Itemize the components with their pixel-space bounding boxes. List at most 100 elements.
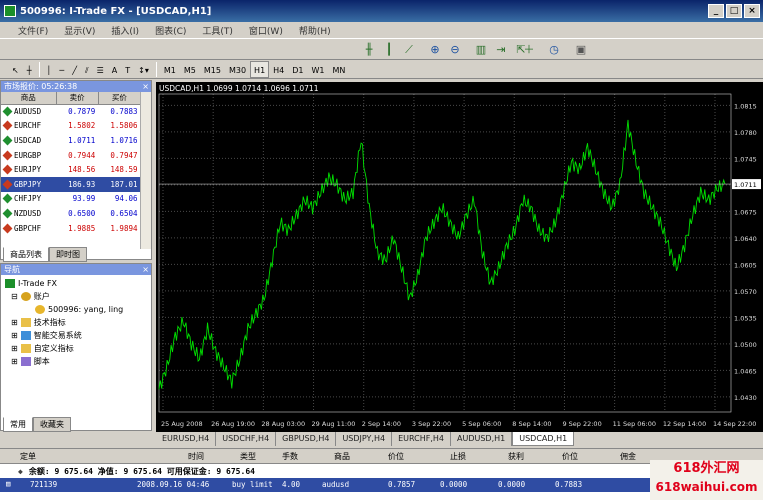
col-type[interactable]: 类型 — [240, 451, 256, 462]
close-icon[interactable]: × — [142, 264, 149, 275]
trendline-icon[interactable]: ╱ — [68, 61, 81, 78]
chart-tab[interactable]: AUDUSD,H1 — [451, 432, 513, 446]
minimize-button[interactable]: _ — [708, 4, 724, 18]
crosshair-icon[interactable]: ┼ — [23, 61, 36, 78]
table-row[interactable]: AUDUSD 0.7879 0.7883 — [1, 104, 141, 119]
menu-insert[interactable]: 插入(I) — [111, 24, 139, 37]
menu-view[interactable]: 显示(V) — [64, 24, 95, 37]
app-icon — [4, 5, 16, 17]
col-time[interactable]: 时间 — [188, 451, 204, 462]
tf-m1[interactable]: M1 — [160, 61, 180, 78]
tab-favorites[interactable]: 收藏夹 — [33, 417, 71, 432]
zoom-out-icon[interactable]: ⊖ — [446, 41, 464, 59]
market-watch-table: 商品 卖价 买价 AUDUSD 0.7879 0.7883 EURCHF 1.58… — [1, 92, 142, 236]
chart-tab[interactable]: USDCAD,H1 — [512, 432, 575, 446]
arrows-icon[interactable]: ↕▾ — [134, 61, 153, 78]
y-tick-label: 1.0745 — [734, 155, 757, 163]
col-tp[interactable]: 获利 — [508, 451, 524, 462]
menu-file[interactable]: 文件(F) — [18, 24, 48, 37]
terminal-panel: 定单 时间 类型 手数 商品 价位 止损 获利 价位 佣金 ◆ 余额: 9 67… — [0, 448, 763, 500]
col-order[interactable]: 定单 — [20, 451, 36, 462]
text-tool[interactable]: A — [108, 61, 121, 78]
chart-tab[interactable]: GBPUSD,H4 — [276, 432, 337, 446]
vertical-line-icon[interactable]: │ — [43, 61, 56, 78]
tab-tick-chart[interactable]: 即时图 — [49, 247, 87, 262]
chart-tab[interactable]: USDJPY,H4 — [336, 432, 393, 446]
table-row[interactable]: EURCHF 1.5802 1.5806 — [1, 119, 141, 134]
col-commission[interactable]: 佣金 — [620, 451, 636, 462]
tree-scripts[interactable]: ⊞ 脚本 — [5, 355, 147, 368]
col-ask[interactable]: 买价 — [98, 92, 142, 105]
close-button[interactable]: × — [744, 4, 760, 18]
tree-accounts[interactable]: ⊟ 账户 — [5, 290, 147, 303]
bar-chart-icon[interactable]: ╫ — [360, 41, 378, 59]
x-tick-label: 5 Sep 06:00 — [462, 420, 501, 428]
chart-svg[interactable]: USDCAD,H1 1.0699 1.0714 1.0696 1.0711 1.… — [156, 82, 763, 432]
menu-tools[interactable]: 工具(T) — [202, 24, 233, 37]
table-row[interactable]: USDCAD 1.0711 1.0716 — [1, 133, 141, 148]
tab-common[interactable]: 常用 — [3, 417, 33, 432]
market-watch-scrollbar[interactable] — [140, 92, 151, 249]
price-chart[interactable]: USDCAD,H1 1.0699 1.0714 1.0696 1.0711 1.… — [156, 82, 763, 432]
tree-indicators[interactable]: ⊞ 技术指标 — [5, 316, 147, 329]
label-tool[interactable]: T — [121, 61, 134, 78]
periods-clock-icon[interactable]: ◷ — [545, 41, 563, 59]
tree-account[interactable]: 500996: yang, ling — [5, 303, 147, 316]
horizontal-line-icon[interactable]: ─ — [55, 61, 68, 78]
tree-experts[interactable]: ⊞ 智能交易系统 — [5, 329, 147, 342]
order-row[interactable]: ▤ 721139 2008.09.16 04:46 buy limit 4.00… — [0, 478, 763, 492]
table-row[interactable]: GBPJPY 186.93 187.01 — [1, 176, 141, 192]
fibonacci-icon[interactable]: ☰ — [93, 61, 108, 78]
tile-windows-icon[interactable]: ▥ — [472, 41, 490, 59]
indicators-icon[interactable]: ＋ — [520, 41, 538, 59]
line-chart-icon[interactable]: ⟋ — [400, 41, 418, 59]
chart-tab[interactable]: USDCHF,H4 — [216, 432, 277, 446]
col-symbol[interactable]: 商品 — [1, 92, 57, 105]
chart-tab[interactable]: EURUSD,H4 — [156, 432, 217, 446]
channel-icon[interactable]: ⫽ — [81, 61, 93, 78]
y-tick-label: 1.0815 — [734, 102, 757, 110]
col-sl[interactable]: 止损 — [450, 451, 466, 462]
arrow-down-icon — [2, 223, 13, 233]
col-price[interactable]: 价位 — [388, 451, 404, 462]
tf-m5[interactable]: M5 — [180, 61, 200, 78]
col-symbol[interactable]: 商品 — [334, 451, 350, 462]
arrow-down-icon — [2, 179, 13, 190]
table-row[interactable]: NZDUSD 0.6500 0.6504 — [1, 206, 141, 221]
chart-tab[interactable]: EURCHF,H4 — [392, 432, 451, 446]
col-lots[interactable]: 手数 — [282, 451, 298, 462]
x-tick-label: 28 Aug 03:00 — [261, 420, 305, 428]
menu-window[interactable]: 窗口(W) — [249, 24, 283, 37]
chart-shift-icon[interactable]: ⇥ — [492, 41, 510, 59]
y-tick-label: 1.0535 — [734, 314, 757, 322]
menu-help[interactable]: 帮助(H) — [299, 24, 331, 37]
col-cur-price[interactable]: 价位 — [562, 451, 578, 462]
tf-h4[interactable]: H4 — [269, 61, 288, 78]
x-tick-label: 29 Aug 11:00 — [312, 420, 356, 428]
candlestick-icon[interactable]: ┃ — [380, 41, 398, 59]
zoom-in-icon[interactable]: ⊕ — [426, 41, 444, 59]
table-row[interactable]: EURGBP 0.7944 0.7947 — [1, 148, 141, 163]
maximize-button[interactable]: □ — [726, 4, 742, 18]
table-row[interactable]: EURJPY 148.56 148.59 — [1, 162, 141, 177]
x-tick-label: 2 Sep 14:00 — [362, 420, 401, 428]
y-tick-label: 1.0500 — [734, 341, 757, 349]
x-tick-label: 8 Sep 14:00 — [512, 420, 551, 428]
tree-custom-indicators[interactable]: ⊞ 自定义指标 — [5, 342, 147, 355]
menu-charts[interactable]: 图表(C) — [155, 24, 186, 37]
templates-icon[interactable]: ▣ — [572, 41, 590, 59]
table-row[interactable]: GBPCHF 1.9885 1.9894 — [1, 221, 141, 236]
close-icon[interactable]: × — [142, 81, 149, 92]
tf-d1[interactable]: D1 — [288, 61, 307, 78]
col-bid[interactable]: 卖价 — [56, 92, 99, 105]
title-bar: 500996: I-Trade FX - [USDCAD,H1] _ □ × — [0, 0, 763, 22]
tf-h1[interactable]: H1 — [250, 60, 270, 78]
cursor-icon[interactable]: ↖ — [8, 61, 23, 78]
tab-symbols[interactable]: 商品列表 — [3, 247, 49, 262]
tf-w1[interactable]: W1 — [308, 61, 329, 78]
tree-root[interactable]: I-Trade FX — [5, 277, 147, 290]
table-row[interactable]: CHFJPY 93.99 94.06 — [1, 192, 141, 207]
tf-m15[interactable]: M15 — [200, 61, 225, 78]
tf-mn[interactable]: MN — [329, 61, 350, 78]
tf-m30[interactable]: M30 — [225, 61, 250, 78]
